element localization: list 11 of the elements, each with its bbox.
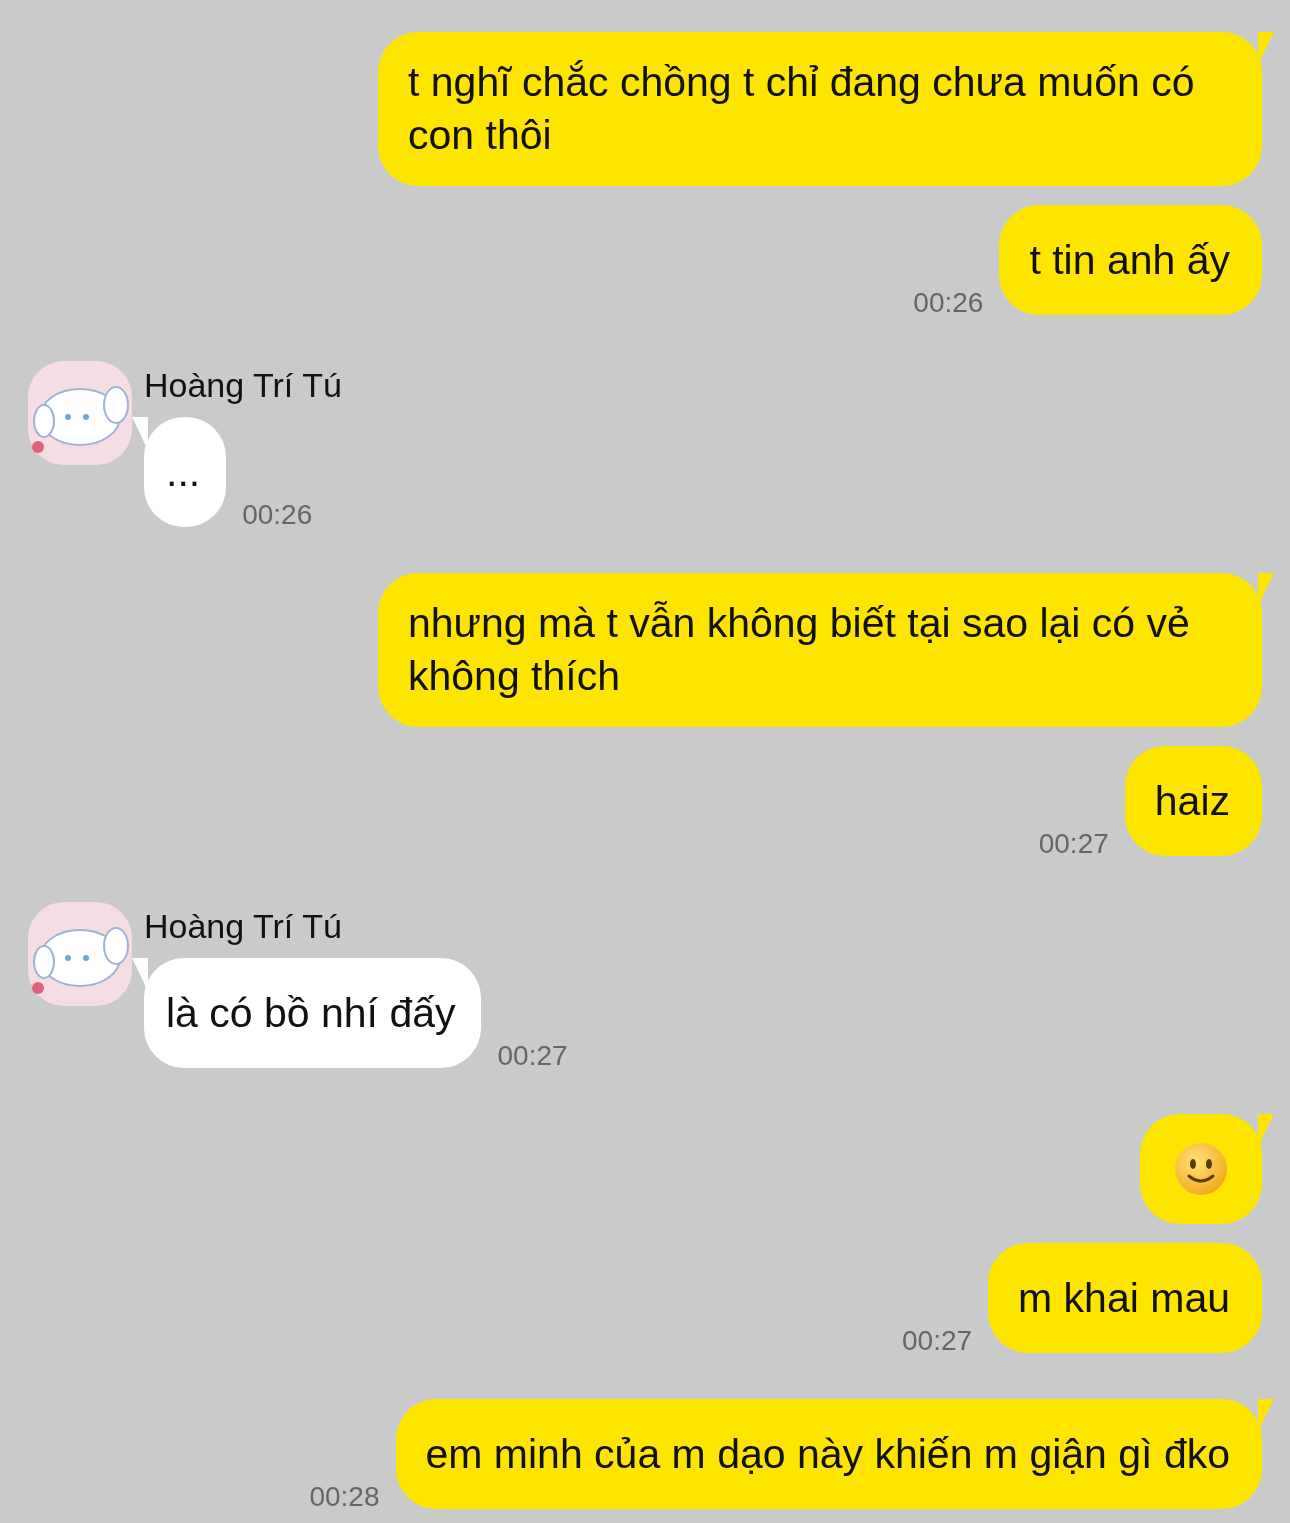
message-time: 00:26 [242, 499, 313, 531]
message-time: 00:26 [913, 287, 984, 319]
sender-name: Hoàng Trí Tú [144, 906, 343, 946]
message-time: 00:27 [902, 1325, 973, 1357]
message-time: 00:28 [309, 1481, 380, 1513]
smiley-icon [1174, 1142, 1228, 1196]
sender-name: Hoàng Trí Tú [144, 365, 342, 405]
avatar[interactable] [28, 902, 132, 1006]
avatar[interactable] [28, 361, 132, 465]
message-time: 00:27 [497, 1040, 568, 1072]
message-time: 00:27 [1038, 828, 1109, 860]
